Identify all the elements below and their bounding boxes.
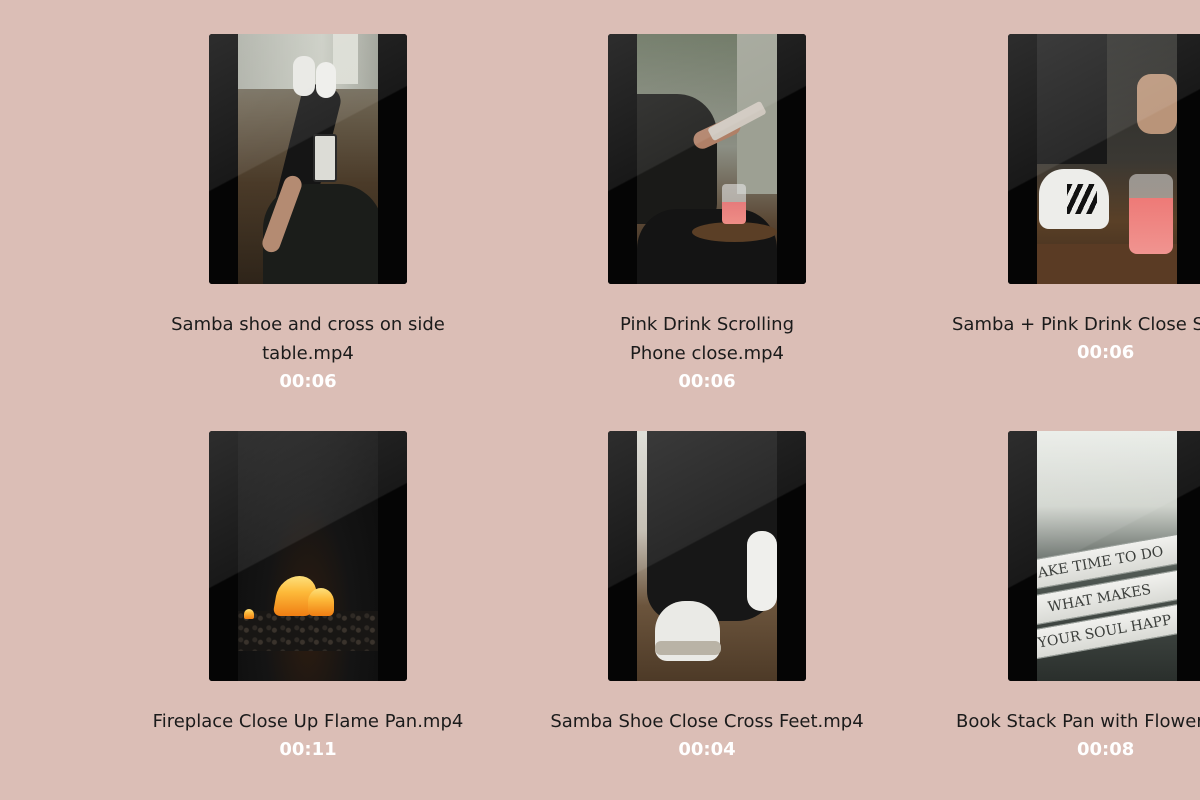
letterbox-left [209,34,238,284]
letterbox-left [608,431,637,681]
video-duration: 00:08 [1077,739,1135,760]
video-title[interactable]: Samba shoe and cross on side table.mp4 [128,310,488,368]
video-grid: Samba shoe and cross on side table.mp4 0… [0,0,1200,800]
video-card[interactable]: Pink Drink Scrolling Phone close.mp4 00:… [527,34,887,396]
video-thumbnail[interactable] [1008,34,1200,284]
letterbox-right [378,431,407,681]
video-duration: 00:06 [678,371,736,392]
video-title[interactable]: Samba Shoe Close Cross Feet.mp4 [507,707,907,736]
video-title[interactable]: Book Stack Pan with Flower [927,707,1200,736]
video-title[interactable]: Samba + Pink Drink Close St [927,310,1200,339]
video-card[interactable]: Samba shoe and cross on side table.mp4 0… [128,34,488,396]
video-thumbnail[interactable] [608,431,806,681]
video-card[interactable]: Samba + Pink Drink Close St 00:06 [927,34,1200,367]
letterbox-right [777,431,806,681]
video-duration: 00:06 [1077,342,1135,363]
video-thumbnail[interactable] [209,431,407,681]
letterbox-left [1008,431,1037,681]
letterbox-right [1177,431,1200,681]
thumbnail-image [637,34,777,284]
thumbnail-image [238,431,378,681]
letterbox-right [378,34,407,284]
video-thumbnail[interactable]: AKE TIME TO DO WHAT MAKES YOUR SOUL HAPP [1008,431,1200,681]
letterbox-left [1008,34,1037,284]
letterbox-left [209,431,238,681]
video-thumbnail[interactable] [209,34,407,284]
video-title[interactable]: Pink Drink Scrolling Phone close.mp4 [527,310,887,368]
video-card[interactable]: Samba Shoe Close Cross Feet.mp4 00:04 [527,431,887,764]
thumbnail-image [637,431,777,681]
letterbox-right [1177,34,1200,284]
video-thumbnail[interactable] [608,34,806,284]
video-duration: 00:04 [678,739,736,760]
video-card[interactable]: AKE TIME TO DO WHAT MAKES YOUR SOUL HAPP… [927,431,1200,764]
letterbox-left [608,34,637,284]
thumbnail-image [1037,34,1177,284]
video-title[interactable]: Fireplace Close Up Flame Pan.mp4 [108,707,508,736]
thumbnail-image [238,34,378,284]
video-card[interactable]: Fireplace Close Up Flame Pan.mp4 00:11 [128,431,488,764]
video-duration: 00:06 [279,371,337,392]
video-duration: 00:11 [279,739,337,760]
thumbnail-image: AKE TIME TO DO WHAT MAKES YOUR SOUL HAPP [1037,431,1177,681]
letterbox-right [777,34,806,284]
